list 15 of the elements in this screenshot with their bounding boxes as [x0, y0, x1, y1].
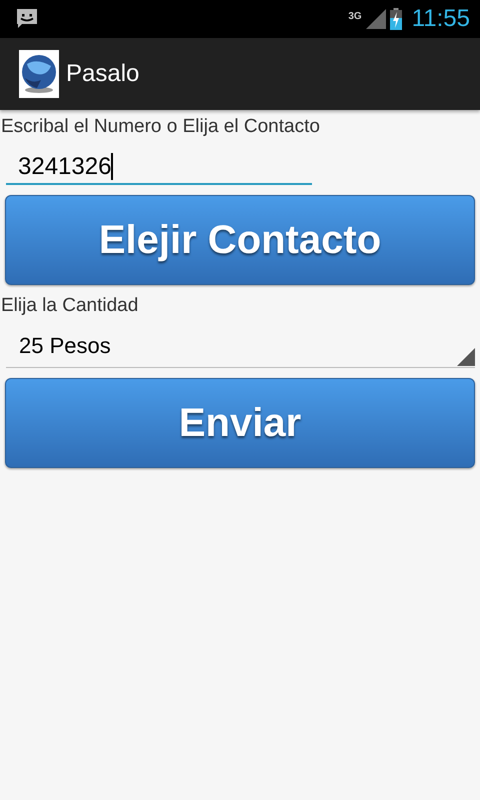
- clock: 11:55: [412, 5, 470, 33]
- signal-icon: [366, 9, 386, 29]
- network-type: 3G: [348, 11, 362, 22]
- globe-icon: [19, 50, 59, 98]
- input-field[interactable]: 3241326: [6, 144, 312, 185]
- amount-dropdown[interactable]: 25 Pesos: [6, 325, 475, 368]
- battery-icon: [390, 8, 402, 30]
- send-button[interactable]: Enviar: [5, 378, 475, 468]
- dropdown-label: Elija la Cantidad: [0, 294, 140, 317]
- dropdown-corner-icon: [457, 348, 475, 366]
- dropdown-value: 25 Pesos: [18, 333, 111, 359]
- app-title: Pasalo: [66, 60, 140, 88]
- field-label: Escribal el Numero o Elija el Contacto: [0, 115, 321, 138]
- message-icon: [15, 7, 39, 31]
- choose-contact-button[interactable]: Elejir Contacto: [5, 195, 475, 285]
